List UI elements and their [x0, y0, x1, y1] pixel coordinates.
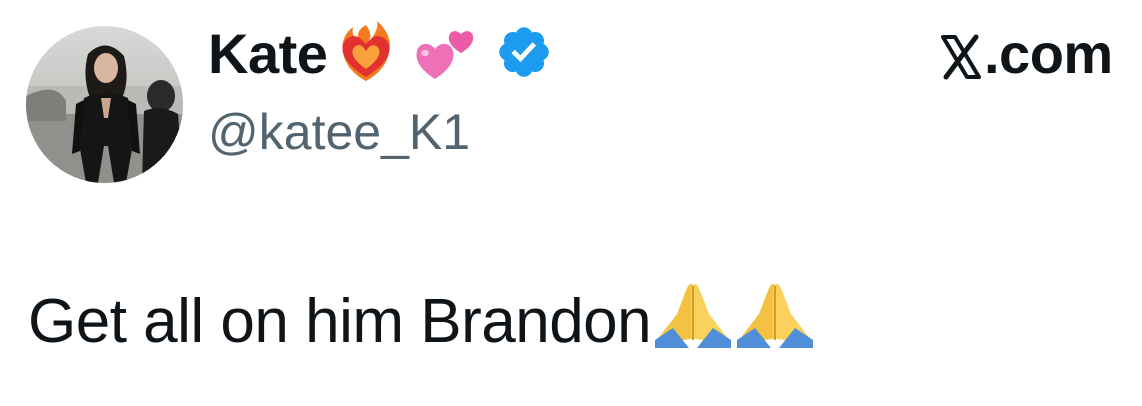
site-label[interactable]: .com	[940, 22, 1113, 86]
tweet-body: Get all on him Brandon	[28, 287, 652, 356]
avatar[interactable]	[26, 26, 183, 183]
tweet-text: Get all on him Brandon	[28, 278, 814, 366]
avatar-photo	[26, 45, 183, 183]
user-handle[interactable]: @katee_K1	[208, 100, 470, 164]
two-hearts-icon	[413, 19, 479, 90]
x-logo-icon	[940, 30, 982, 80]
folded-hands-icon	[737, 278, 814, 366]
site-domain: .com	[984, 22, 1113, 85]
folded-hands-icon	[655, 278, 732, 366]
heart-on-fire-icon	[333, 19, 399, 90]
name-row: Kate	[208, 18, 553, 90]
display-name[interactable]: Kate	[208, 18, 328, 90]
verified-badge-icon[interactable]	[495, 23, 553, 86]
